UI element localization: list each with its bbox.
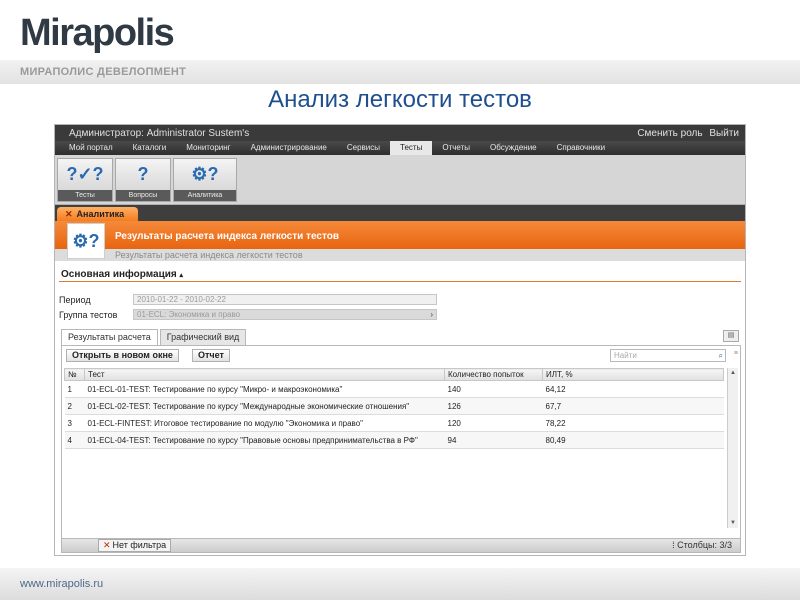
user-label: Администратор: Administrator Sustem's bbox=[69, 127, 250, 139]
footer-url[interactable]: www.mirapolis.ru bbox=[20, 578, 103, 590]
tab-analytics-label: Аналитика bbox=[76, 209, 125, 219]
section-title[interactable]: Основная информация ▴ bbox=[61, 269, 183, 280]
grid-toolbar: Открыть в новом окне Отчет Найти ⌕ ≡ bbox=[62, 346, 740, 366]
report-button[interactable]: Отчет bbox=[192, 349, 230, 362]
tab-analytics[interactable]: ✕ Аналитика bbox=[57, 207, 139, 221]
toolbar-analytics-label: Аналитика bbox=[174, 190, 236, 201]
table-row[interactable]: 2 01-ECL-02-TEST: Тестирование по курсу … bbox=[64, 397, 724, 415]
row-test: 01-ECL-04-TEST: Тестирование по курсу "П… bbox=[84, 431, 445, 449]
row-number: 3 bbox=[64, 414, 85, 432]
slide-title: Анализ легкости тестов bbox=[268, 86, 532, 113]
toolbar-tests-label: Тесты bbox=[58, 190, 112, 201]
analytics-result-icon: ⚙? bbox=[67, 223, 105, 259]
row-attempts: 120 bbox=[444, 414, 543, 432]
toolbar-tests-button[interactable]: ?✓? Тесты bbox=[57, 158, 113, 202]
table-row[interactable]: 1 01-ECL-01-TEST: Тестирование по курсу … bbox=[64, 380, 724, 398]
menu-services[interactable]: Сервисы bbox=[337, 141, 390, 155]
row-attempts: 94 bbox=[444, 431, 543, 449]
row-test: 01-ECL-FINTEST: Итоговое тестирование по… bbox=[84, 414, 445, 432]
main-info-section: Основная информация ▴ bbox=[55, 261, 745, 283]
vertical-scrollbar[interactable]: ▲ ▼ bbox=[727, 368, 738, 528]
result-subtitle: Результаты расчета индекса легкости тест… bbox=[115, 250, 303, 260]
row-test: 01-ECL-02-TEST: Тестирование по курсу "М… bbox=[84, 397, 445, 415]
module-toolbar: ?✓? Тесты ? Вопросы ⚙? Аналитика bbox=[55, 155, 745, 205]
row-ilt: 78,22 bbox=[542, 414, 724, 432]
menu-references[interactable]: Справочники bbox=[547, 141, 615, 155]
table-row[interactable]: 3 01-ECL-FINTEST: Итоговое тестирование … bbox=[64, 414, 724, 432]
filter-clear-icon: ✕ bbox=[103, 540, 111, 550]
no-filter-button[interactable]: ✕ Нет фильтра bbox=[98, 539, 172, 552]
header-actions: Сменить роль Выйти bbox=[633, 128, 739, 139]
menu-tests[interactable]: Тесты bbox=[390, 141, 433, 155]
search-icon[interactable]: ⌕ bbox=[719, 350, 723, 361]
menu-monitoring[interactable]: Мониторинг bbox=[176, 141, 240, 155]
main-menu: Мой портал Каталоги Мониторинг Администр… bbox=[55, 141, 745, 155]
close-tab-icon[interactable]: ✕ bbox=[65, 209, 73, 219]
logout-link[interactable]: Выйти bbox=[709, 128, 739, 139]
column-header-test[interactable]: Тест bbox=[84, 368, 445, 381]
row-ilt: 67,7 bbox=[542, 397, 724, 415]
columns-indicator[interactable]: ⁞ Столбцы: 3/3 bbox=[672, 539, 732, 552]
row-number: 1 bbox=[64, 380, 85, 398]
group-label: Группа тестов bbox=[59, 310, 118, 320]
filter-toggle-icon[interactable]: ≡ bbox=[734, 350, 738, 357]
row-number: 2 bbox=[64, 397, 85, 415]
section-divider bbox=[59, 281, 741, 282]
result-subheader: Результаты расчета индекса легкости тест… bbox=[55, 249, 745, 261]
column-header-ilt[interactable]: ИЛТ, % bbox=[542, 368, 724, 381]
open-new-window-button[interactable]: Открыть в новом окне bbox=[66, 349, 179, 362]
result-subtabs: Результаты расчета Графический вид bbox=[61, 329, 248, 345]
search-input[interactable]: Найти ⌕ bbox=[610, 349, 726, 362]
section-title-text: Основная информация bbox=[61, 269, 177, 280]
row-test: 01-ECL-01-TEST: Тестирование по курсу "М… bbox=[84, 380, 445, 398]
export-icon[interactable]: ▤ bbox=[723, 330, 739, 342]
switch-role-link[interactable]: Сменить роль bbox=[637, 128, 702, 139]
menu-discussion[interactable]: Обсуждение bbox=[480, 141, 547, 155]
period-field[interactable]: 2010-01-22 - 2010-02-22 bbox=[133, 294, 437, 305]
tests-icon: ?✓? bbox=[66, 164, 104, 184]
chevron-right-icon: › bbox=[430, 310, 433, 319]
group-select[interactable]: 01-ECL: Экономика и право › bbox=[133, 309, 437, 320]
result-title: Результаты расчета индекса легкости тест… bbox=[115, 231, 339, 242]
menu-my-portal[interactable]: Мой портал bbox=[59, 141, 123, 155]
row-number: 4 bbox=[64, 431, 85, 449]
results-grid-panel: Открыть в новом окне Отчет Найти ⌕ ≡ № Т… bbox=[61, 345, 741, 553]
grid-statusbar: ✕ Нет фильтра ⁞ Столбцы: 3/3 bbox=[62, 538, 740, 552]
row-attempts: 126 bbox=[444, 397, 543, 415]
tab-results[interactable]: Результаты расчета bbox=[61, 329, 158, 345]
menu-administration[interactable]: Администрирование bbox=[241, 141, 337, 155]
row-attempts: 140 bbox=[444, 380, 543, 398]
table-row[interactable]: 4 01-ECL-04-TEST: Тестирование по курсу … bbox=[64, 431, 724, 449]
app-window: Администратор: Administrator Sustem's См… bbox=[54, 124, 746, 556]
row-ilt: 80,49 bbox=[542, 431, 724, 449]
column-header-attempts[interactable]: Количество попыток bbox=[444, 368, 543, 381]
tab-graphic-view[interactable]: Графический вид bbox=[159, 329, 247, 345]
questions-icon: ? bbox=[137, 164, 149, 184]
column-header-number[interactable]: № bbox=[64, 368, 85, 381]
results-table: № Тест Количество попыток ИЛТ, % 1 01-EC… bbox=[64, 368, 724, 449]
table-header-row: № Тест Количество попыток ИЛТ, % bbox=[64, 368, 724, 381]
scroll-down-icon[interactable]: ▼ bbox=[728, 518, 738, 528]
period-label: Период bbox=[59, 295, 91, 305]
group-select-value: 01-ECL: Экономика и право bbox=[137, 310, 241, 319]
scroll-up-icon[interactable]: ▲ bbox=[728, 368, 738, 378]
toolbar-questions-button[interactable]: ? Вопросы bbox=[115, 158, 171, 202]
columns-label: Столбцы: 3/3 bbox=[677, 540, 732, 550]
columns-icon: ⁞ bbox=[672, 540, 675, 550]
tab-bar: ✕ Аналитика bbox=[55, 205, 745, 221]
footer-band: www.mirapolis.ru bbox=[0, 568, 800, 600]
collapse-icon[interactable]: ▴ bbox=[179, 272, 183, 279]
result-header: ⚙? Результаты расчета индекса легкости т… bbox=[55, 221, 745, 259]
toolbar-questions-label: Вопросы bbox=[116, 190, 170, 201]
company-subtitle: МИРАПОЛИС ДЕВЕЛОПМЕНТ bbox=[20, 66, 187, 78]
menu-catalogs[interactable]: Каталоги bbox=[123, 141, 177, 155]
no-filter-label: Нет фильтра bbox=[112, 540, 167, 550]
mirapolis-logo: Mirapolis bbox=[20, 12, 175, 54]
menu-reports[interactable]: Отчеты bbox=[432, 141, 480, 155]
row-ilt: 64,12 bbox=[542, 380, 724, 398]
app-header: Администратор: Administrator Sustem's См… bbox=[55, 125, 745, 141]
analytics-icon: ⚙? bbox=[191, 164, 219, 184]
toolbar-analytics-button[interactable]: ⚙? Аналитика bbox=[173, 158, 237, 202]
search-placeholder: Найти bbox=[614, 351, 637, 360]
